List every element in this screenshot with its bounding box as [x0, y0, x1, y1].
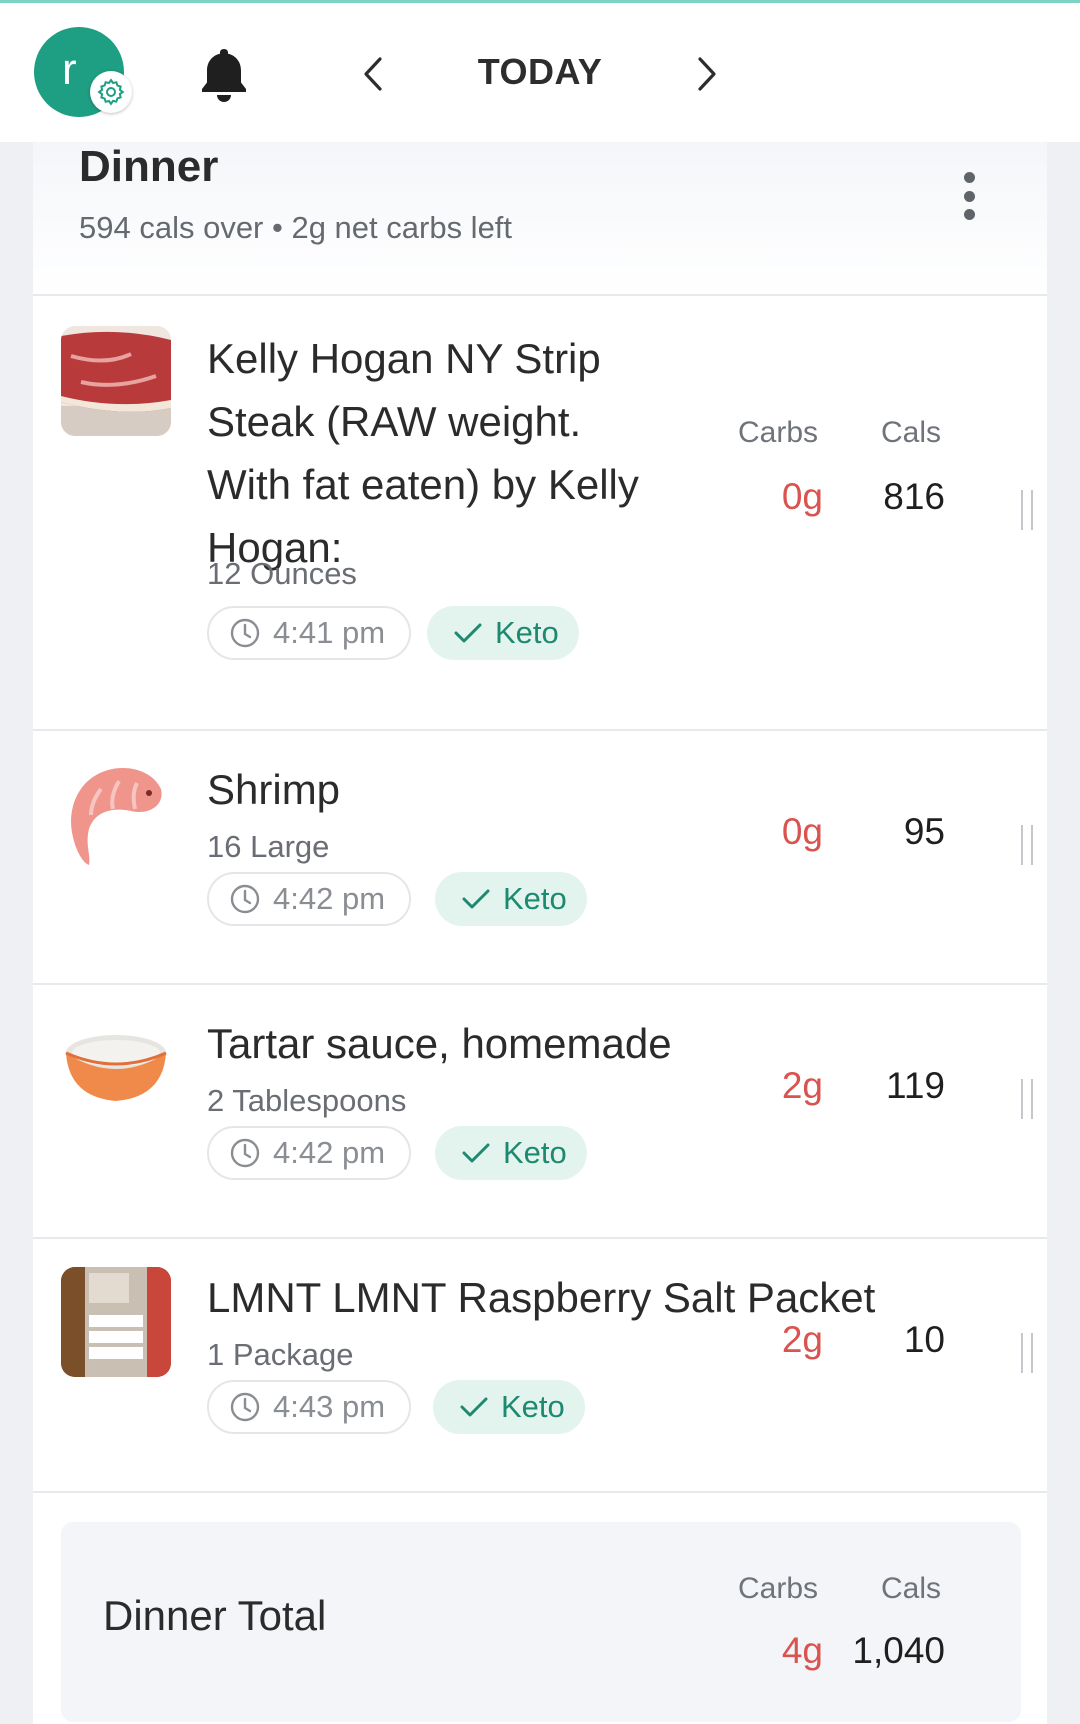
drag-handle-icon[interactable] — [1021, 1079, 1033, 1119]
drag-handle-icon[interactable] — [1021, 825, 1033, 865]
food-item-lmnt-packet[interactable]: LMNT LMNT Raspberry Salt Packet 1 Packag… — [33, 1239, 1047, 1493]
meal-card: Dinner 594 cals over • 2g net carbs left… — [33, 142, 1047, 1724]
carbs-column-label: Carbs — [738, 416, 819, 449]
check-icon — [460, 1397, 488, 1417]
chevron-left-icon[interactable] — [358, 53, 388, 95]
date-label[interactable]: TODAY — [440, 51, 640, 93]
time-chip[interactable]: 4:42 pm — [207, 1126, 412, 1180]
food-item-tartar-sauce[interactable]: Tartar sauce, homemade 2 Tablespoons 4:4… — [33, 985, 1047, 1239]
food-serving: 12 Ounces — [207, 556, 357, 591]
keto-tag: Keto — [435, 1126, 587, 1180]
gear-icon[interactable] — [90, 71, 132, 113]
total-cals: 1,040 — [852, 1630, 945, 1671]
food-serving: 2 Tablespoons — [207, 1083, 407, 1118]
clock-icon — [230, 618, 260, 648]
food-name: Tartar sauce, homemade — [207, 1020, 672, 1067]
time-chip[interactable]: 4:43 pm — [207, 1380, 412, 1434]
time-chip[interactable]: 4:41 pm — [207, 606, 412, 660]
avatar-letter: r — [62, 45, 77, 94]
app-header: r TODAY — [0, 3, 1080, 142]
keto-tag: Keto — [433, 1380, 585, 1434]
food-serving: 1 Package — [207, 1337, 354, 1372]
chevron-right-icon[interactable] — [692, 53, 722, 95]
clock-icon — [230, 1138, 260, 1168]
keto-tag: Keto — [435, 872, 587, 926]
drag-handle-icon[interactable] — [1021, 490, 1033, 530]
time-chip[interactable]: 4:42 pm — [207, 872, 412, 926]
total-label: Dinner Total — [103, 1592, 327, 1639]
meal-title: Dinner — [79, 142, 219, 191]
food-cals: 95 — [903, 811, 945, 852]
check-icon — [454, 623, 482, 643]
drag-handle-icon[interactable] — [1021, 1333, 1033, 1373]
food-item-steak[interactable]: Kelly Hogan NY Strip Steak (RAW weight. … — [33, 296, 1047, 731]
keto-tag: Keto — [427, 606, 579, 660]
cals-column-label: Cals — [881, 416, 942, 449]
food-cals: 816 — [883, 476, 945, 517]
bell-icon[interactable] — [196, 45, 252, 105]
food-cals: 10 — [903, 1319, 945, 1360]
meal-total: Dinner Total Carbs Cals 4g 1,040 — [61, 1522, 1021, 1722]
check-icon — [462, 889, 490, 909]
meal-header: Dinner 594 cals over • 2g net carbs left — [33, 142, 1047, 296]
food-cals: 119 — [886, 1065, 945, 1106]
food-thumbnail — [61, 326, 171, 436]
food-thumbnail — [61, 1013, 171, 1123]
food-name: Shrimp — [207, 766, 341, 813]
meal-summary: 594 cals over • 2g net carbs left — [79, 210, 513, 245]
food-item-shrimp[interactable]: Shrimp 16 Large 4:42 pm Keto 0g 95 — [33, 731, 1047, 985]
total-cals-label: Cals — [881, 1572, 942, 1605]
kebab-menu-icon[interactable] — [949, 168, 989, 224]
clock-icon — [230, 1392, 260, 1422]
clock-icon — [230, 884, 260, 914]
total-carbs-label: Carbs — [738, 1572, 819, 1605]
check-icon — [462, 1143, 490, 1163]
food-serving: 16 Large — [207, 829, 330, 864]
food-name: Kelly Hogan NY Strip Steak (RAW weight. … — [207, 335, 639, 571]
food-thumbnail — [61, 759, 171, 869]
food-thumbnail — [61, 1267, 171, 1377]
